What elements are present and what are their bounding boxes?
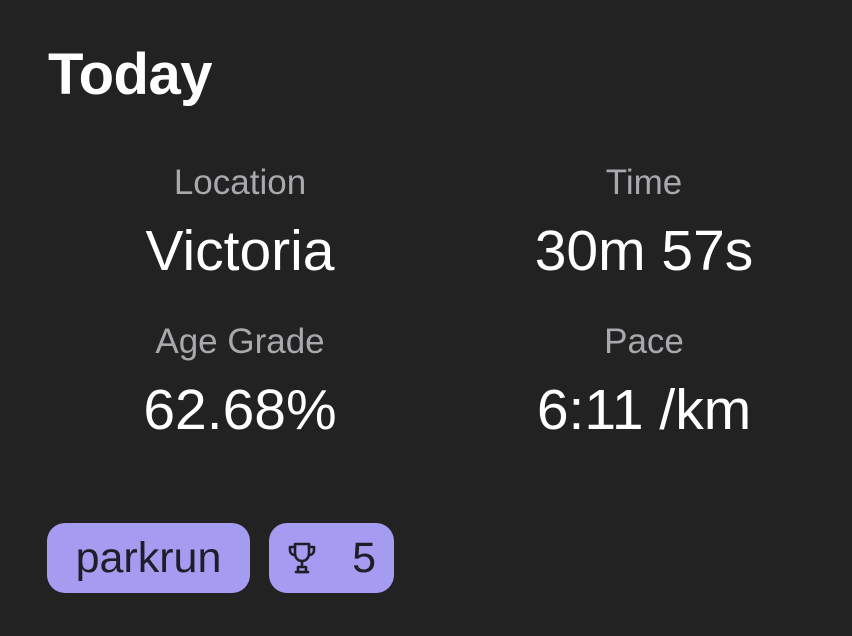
time-label: Time (605, 163, 683, 202)
card-title: Today (48, 42, 213, 107)
trophy-chip[interactable]: 5 (269, 523, 394, 593)
stat-pace: Pace 6:11 /km (454, 321, 834, 443)
stat-time: Time 30m 57s (454, 162, 834, 284)
tag-chips: parkrun 5 (47, 523, 394, 593)
pace-label: Pace (604, 322, 684, 361)
age-grade-value: 62.68% (143, 378, 337, 442)
location-label: Location (173, 163, 307, 202)
trophy-icon (288, 542, 316, 574)
parkrun-chip[interactable]: parkrun (47, 523, 250, 593)
time-value: 30m 57s (534, 219, 754, 283)
age-grade-label: Age Grade (155, 322, 325, 361)
stat-age-grade: Age Grade 62.68% (50, 321, 430, 443)
pace-value: 6:11 /km (536, 378, 752, 442)
trophy-count: 5 (352, 534, 376, 582)
location-value: Victoria (145, 219, 335, 283)
today-card: Today Location Victoria Time 30m 57s Age… (0, 0, 852, 636)
parkrun-chip-label: parkrun (75, 534, 222, 582)
stat-location: Location Victoria (50, 162, 430, 284)
